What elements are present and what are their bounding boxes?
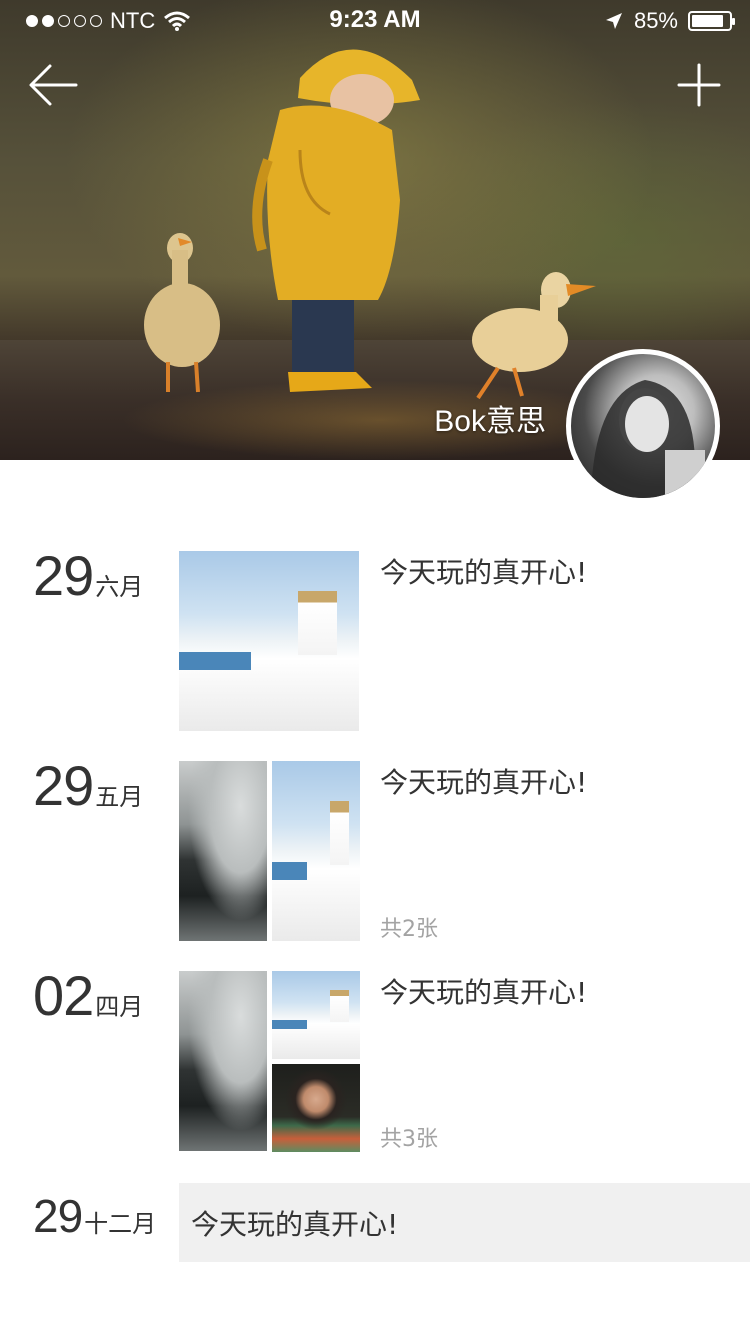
location-arrow-icon (605, 13, 622, 29)
username[interactable]: Bok意思 (434, 396, 546, 440)
duck-right (472, 272, 596, 400)
plus-icon (677, 63, 721, 107)
entry-text: 今天玩的真开心! (380, 766, 588, 799)
entry-month: 六月 (95, 574, 144, 601)
entry-text: 今天玩的真开心! (380, 556, 588, 589)
entry-date: 02 四月 (33, 963, 143, 1028)
status-right: 85% (604, 8, 735, 34)
entry-photo[interactable] (179, 551, 359, 731)
entry-photo[interactable] (179, 971, 267, 1151)
battery-icon (688, 11, 735, 31)
entry-date: 29 十二月 (33, 1189, 156, 1243)
status-bar: NTC 9:23 AM 85% (0, 0, 750, 40)
avatar-portrait (591, 380, 705, 498)
avatar[interactable] (566, 349, 720, 503)
battery-fill (692, 15, 723, 27)
back-button[interactable] (28, 62, 80, 108)
entry-day: 29 (33, 1190, 83, 1242)
entry-photo[interactable] (272, 1064, 360, 1152)
entry-date: 29 六月 (33, 543, 143, 608)
entry-day: 02 (33, 964, 94, 1027)
entry-photo[interactable] (272, 971, 360, 1059)
entry-day: 29 (33, 544, 94, 607)
arrow-left-icon (29, 64, 78, 106)
entry-text-card[interactable]: 今天玩的真开心! (179, 1183, 750, 1262)
entry-date: 29 五月 (33, 753, 143, 818)
photo-count: 共2张 (380, 917, 438, 942)
entry-month: 五月 (95, 784, 144, 811)
entry-day: 29 (33, 754, 94, 817)
battery-percent: 85% (633, 8, 678, 33)
entry-month: 四月 (95, 994, 144, 1021)
entry-month: 十二月 (84, 1211, 157, 1238)
entry-photo[interactable] (272, 761, 360, 941)
photo-count: 共3张 (380, 1127, 438, 1152)
entry-text: 今天玩的真开心! (380, 976, 588, 1009)
entry-photo[interactable] (179, 761, 267, 941)
child-figure (252, 49, 420, 392)
duck-left (144, 233, 220, 393)
add-button[interactable] (676, 62, 722, 108)
